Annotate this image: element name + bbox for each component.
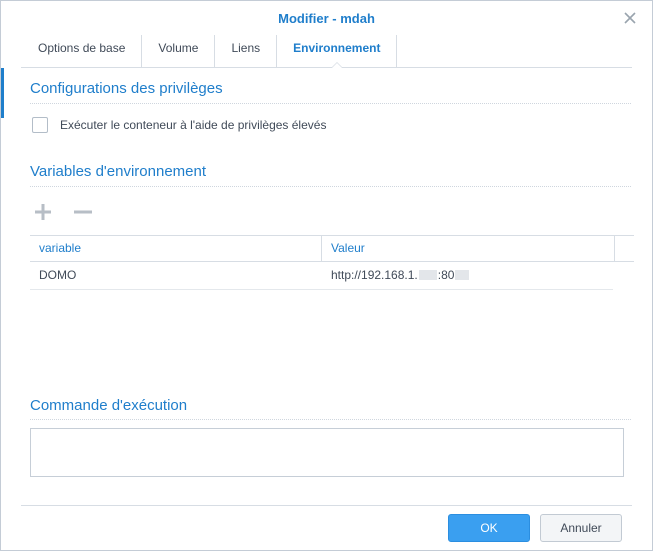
cell-variable: DOMO <box>39 268 77 282</box>
tab-label: Liens <box>231 41 261 55</box>
title-bar: Modifier - mdah <box>1 1 652 35</box>
tab-bar: Options de base Volume Liens Environneme… <box>21 35 632 68</box>
column-separator <box>614 236 615 262</box>
tab-volume[interactable]: Volume <box>142 35 216 67</box>
env-variables-grid: variable Valeur DOMO http://192.168.1. :8… <box>30 235 634 290</box>
privileged-checkbox-label[interactable]: Exécuter le conteneur à l'aide de privil… <box>60 118 326 132</box>
ok-button[interactable]: OK <box>448 514 530 542</box>
plus-icon[interactable] <box>31 201 55 223</box>
footer-divider <box>21 505 632 506</box>
command-section-title: Commande d'exécution <box>30 397 188 414</box>
tab-label: Volume <box>158 41 199 55</box>
tab-options-de-base[interactable]: Options de base <box>21 35 143 67</box>
blurred-redaction <box>418 270 437 280</box>
section-divider <box>30 103 631 104</box>
minus-icon[interactable] <box>71 201 95 223</box>
tab-label: Options de base <box>38 41 126 55</box>
column-header-variable[interactable]: variable <box>30 236 321 262</box>
privileged-checkbox[interactable] <box>32 117 48 133</box>
table-row[interactable]: DOMO http://192.168.1. :80 <box>30 262 613 290</box>
close-icon[interactable] <box>622 10 638 26</box>
blurred-redaction <box>455 270 470 280</box>
cell-value: http://192.168.1. :80 <box>322 262 470 289</box>
section-divider <box>30 186 631 187</box>
active-tab-pointer <box>330 62 343 68</box>
section-divider <box>30 419 631 420</box>
dialog-title: Modifier - mdah <box>278 11 375 26</box>
column-header-valeur[interactable]: Valeur <box>322 236 614 262</box>
env-section-title: Variables d'environnement <box>30 163 207 180</box>
tab-liens[interactable]: Liens <box>215 35 278 67</box>
command-input[interactable] <box>30 428 624 477</box>
tab-label: Environnement <box>293 41 381 55</box>
grid-header: variable Valeur <box>30 235 634 262</box>
section-indicator <box>1 68 4 118</box>
cancel-button[interactable]: Annuler <box>540 514 622 542</box>
dialog-window: Modifier - mdah Options de base Volume L… <box>0 0 653 551</box>
tab-environnement[interactable]: Environnement <box>277 35 398 68</box>
value-text: http://192.168.1. <box>331 268 418 282</box>
privileges-section-title: Configurations des privilèges <box>30 80 223 97</box>
value-text: :80 <box>437 268 455 282</box>
